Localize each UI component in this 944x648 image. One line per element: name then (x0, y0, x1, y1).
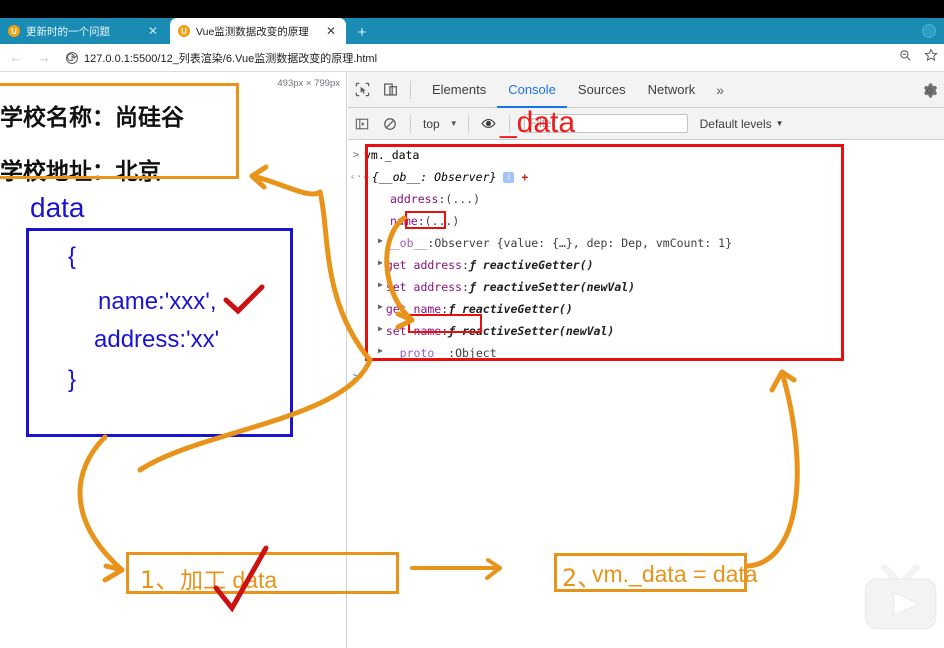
chevron-down-icon: ▼ (775, 119, 784, 128)
tab-close-icon[interactable]: ✕ (146, 25, 160, 37)
prop-key-set-name[interactable]: set name (386, 324, 441, 338)
console-output[interactable]: > vm._data ‹· ▼ {__ob__: Observer} i + ad… (348, 140, 944, 648)
console-result-prompt: ‹· (349, 170, 363, 183)
screenshot-root: 更新时的一个问题 ✕ Vue监测数据改变的原理 ✕ + ← → ⟳ i 127.… (0, 0, 944, 648)
tab-console[interactable]: Console (497, 72, 567, 108)
filter-input[interactable]: Filter (523, 114, 688, 133)
console-bottom-prompt[interactable]: > (348, 370, 364, 383)
bookmark-star-icon[interactable] (924, 48, 938, 65)
prop-key-name[interactable]: name (390, 214, 418, 228)
prop-value: (...) (424, 214, 460, 228)
console-sidebar-icon[interactable] (348, 106, 376, 142)
prop-value: ƒ reactiveGetter() (448, 302, 573, 316)
toolbar-actions (899, 48, 938, 65)
expand-triangle-icon[interactable]: ▶ (378, 280, 383, 289)
observer-object-label: {__ob__: Observer} (371, 170, 497, 184)
site-info-icon[interactable]: i (66, 52, 78, 64)
log-levels-selector[interactable]: Default levels ▼ (700, 117, 784, 131)
prop-value: (...) (445, 192, 481, 206)
prop-sep: : (462, 258, 469, 272)
prop-key-set-address[interactable]: set address (386, 280, 462, 294)
prop-sep: : (448, 346, 456, 360)
expand-triangle-icon[interactable]: ▶ (378, 258, 383, 267)
address-bar[interactable]: i 127.0.0.1:5500/12_列表渲染/6.Vue监测数据改变的原理.… (66, 48, 856, 68)
prop-key-address[interactable]: address (390, 192, 438, 206)
back-icon[interactable]: ← (4, 46, 28, 70)
expand-triangle-icon[interactable]: ▼ (364, 174, 369, 183)
browser-tab-1[interactable]: Vue监测数据改变的原理 ✕ (170, 18, 346, 44)
prop-value: ƒ reactiveSetter(newVal) (468, 280, 636, 294)
page-text-school-address: 学校地址：北京 (0, 159, 161, 185)
prop-key-get-name[interactable]: get name (386, 302, 441, 316)
tab-elements[interactable]: Elements (421, 72, 497, 108)
execution-context-selector[interactable]: top (417, 117, 446, 131)
url-text: 127.0.0.1:5500/12_列表渲染/6.Vue监测数据改变的原理.ht… (84, 53, 378, 65)
toolbar-divider (467, 114, 469, 133)
expand-triangle-icon[interactable]: ▶ (378, 236, 383, 245)
zoom-icon[interactable] (899, 49, 912, 65)
prop-sep: : (438, 192, 446, 206)
prop-sep: : (417, 214, 425, 228)
prop-value: ƒ reactiveSetter(newVal) (448, 324, 615, 338)
viewport-size-tooltip: 493px × 799px (277, 78, 340, 89)
filter-placeholder: Filter (529, 117, 556, 130)
tab-sources[interactable]: Sources (567, 72, 637, 108)
tab-network[interactable]: Network (637, 72, 707, 108)
clear-console-icon[interactable] (376, 106, 404, 142)
plus-icon[interactable]: + (521, 170, 528, 184)
prop-key-ob[interactable]: __ob__ (386, 236, 428, 250)
browser-tab-bar: 更新时的一个问题 ✕ Vue监测数据改变的原理 ✕ + (0, 18, 944, 44)
prop-sep: : (427, 236, 435, 250)
toolbar-divider (410, 114, 411, 133)
info-badge-icon[interactable]: i (503, 172, 515, 183)
prop-value: Object (455, 346, 497, 360)
prop-key-get-address[interactable]: get address (386, 258, 462, 272)
expand-triangle-icon[interactable]: ▶ (378, 346, 383, 355)
live-expression-eye-icon[interactable] (475, 106, 503, 142)
forward-icon[interactable]: → (32, 46, 56, 70)
tab-close-icon[interactable]: ✕ (324, 25, 338, 37)
log-levels-label: Default levels (699, 116, 772, 131)
gear-icon[interactable] (918, 79, 940, 101)
toolbar-divider (508, 114, 510, 133)
browser-tab-0[interactable]: 更新时的一个问题 ✕ (0, 18, 168, 44)
window-top-strip (0, 0, 944, 18)
tab-favicon-icon (8, 25, 20, 37)
more-tabs-icon[interactable]: » (706, 82, 734, 98)
console-toolbar: top ▼ Filter Default levels ▼ (348, 108, 944, 140)
new-tab-button[interactable]: + (352, 22, 372, 42)
tab-favicon-icon (178, 25, 190, 37)
device-toolbar-icon[interactable] (376, 72, 404, 108)
console-input-expression: vm._data (364, 148, 420, 162)
web-page-viewport: 493px × 799px 学校名称：尚硅谷 学校地址：北京 (0, 72, 347, 648)
prop-sep: : (462, 280, 469, 294)
window-control-button[interactable] (922, 24, 936, 38)
console-input-prompt: > (352, 148, 360, 161)
expand-triangle-icon[interactable]: ▶ (378, 324, 383, 333)
expand-triangle-icon[interactable]: ▶ (378, 302, 383, 311)
devtools-panel: Elements Console Sources Network » top ▼… (348, 72, 944, 648)
page-text-school-name: 学校名称：尚硅谷 (0, 105, 184, 131)
inspect-element-icon[interactable] (348, 72, 376, 108)
tab-title: 更新时的一个问题 (26, 25, 110, 38)
console-result-header[interactable]: ▼ {__ob__: Observer} i + (364, 170, 944, 184)
chevron-down-icon[interactable]: ▼ (446, 119, 462, 128)
toolbar-divider (410, 80, 411, 99)
devtools-tab-row: Elements Console Sources Network » (348, 72, 944, 108)
devtools-tabs: Elements Console Sources Network » (421, 72, 734, 108)
browser-toolbar: ← → ⟳ i 127.0.0.1:5500/12_列表渲染/6.Vue监测数据… (0, 44, 944, 72)
prop-value: ƒ reactiveGetter() (468, 258, 594, 272)
prop-value: Observer {value: {…}, dep: Dep, vmCount:… (434, 236, 733, 250)
tab-title: Vue监测数据改变的原理 (196, 25, 309, 38)
prop-key-proto[interactable]: __proto__ (386, 346, 448, 360)
